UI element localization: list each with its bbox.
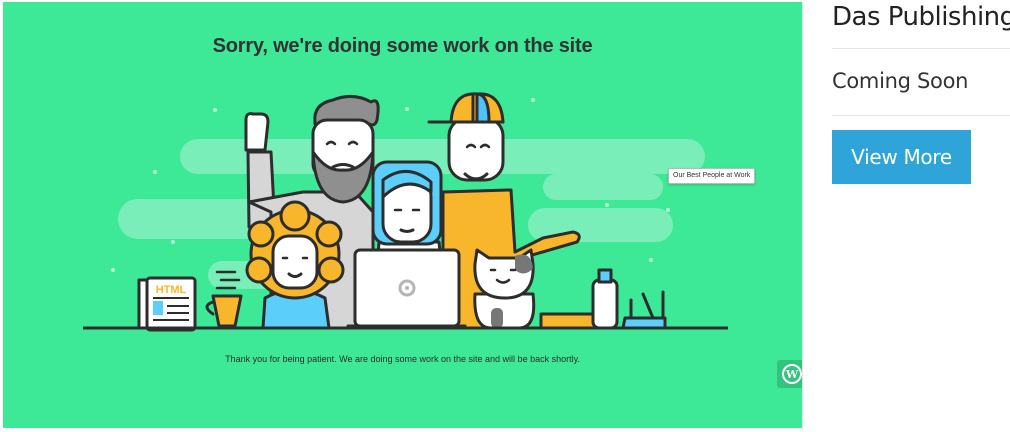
maintenance-message: Thank you for being patient. We are doin… <box>225 354 580 364</box>
book-label: HTML <box>156 284 187 296</box>
view-more-button[interactable]: View More <box>832 130 971 184</box>
wordpress-badge[interactable]: W <box>777 360 802 388</box>
theme-preview[interactable]: Sorry, we're doing some work on the site <box>3 2 802 428</box>
site-name: Das Publishing <box>832 2 1010 32</box>
svg-text:W: W <box>785 368 799 381</box>
divider <box>832 115 1010 116</box>
wordpress-icon: W <box>782 364 802 384</box>
preview-border <box>802 2 803 430</box>
divider <box>832 48 1010 49</box>
site-status: Coming Soon <box>832 69 969 93</box>
illustration-tooltip: Our Best People at Work <box>668 168 756 184</box>
team-illustration: HTML <box>83 92 728 332</box>
